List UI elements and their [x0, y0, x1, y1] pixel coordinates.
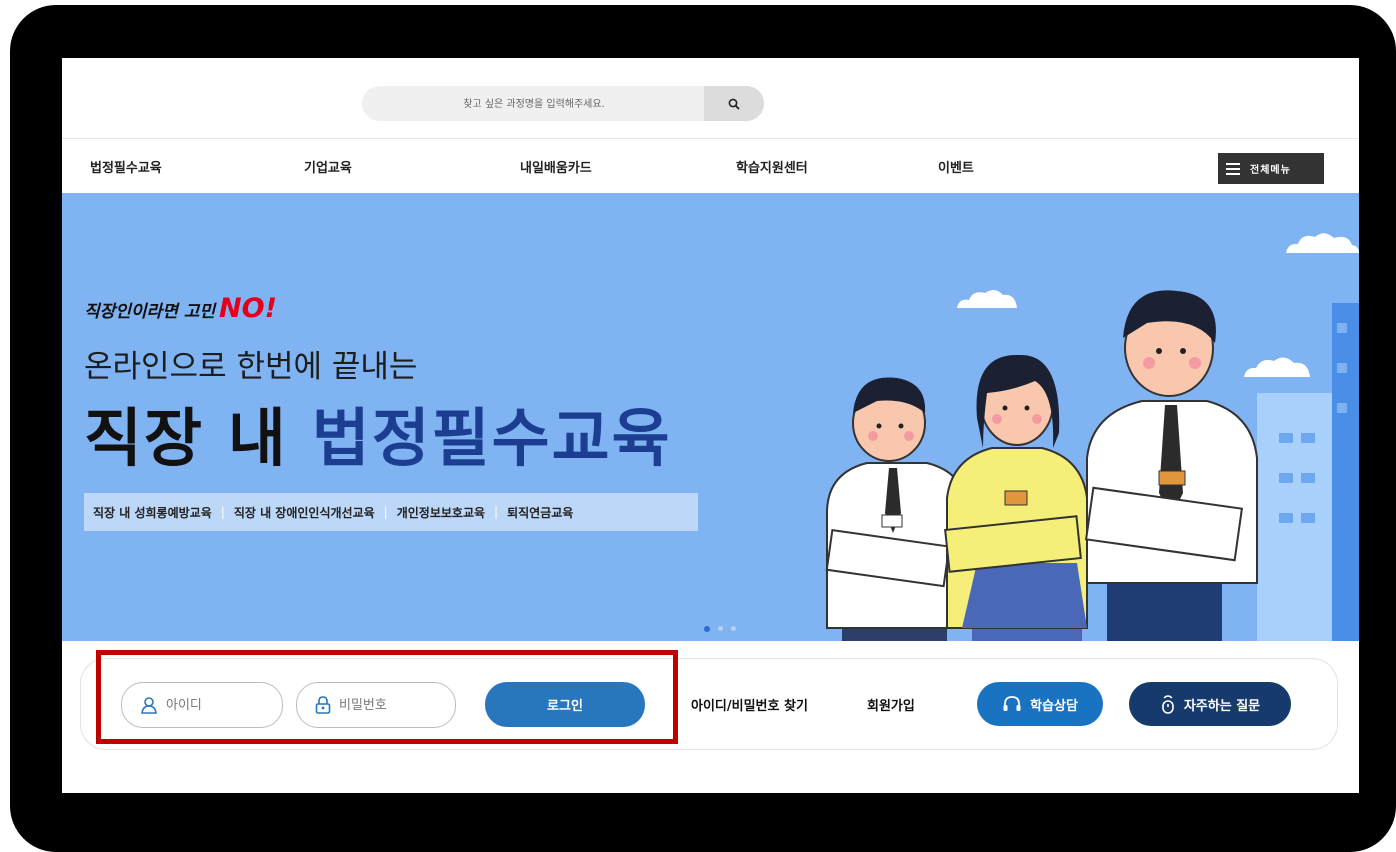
slide-dot[interactable]: [718, 626, 723, 631]
nav-item-corporate-education[interactable]: 기업교육: [304, 157, 352, 176]
hamburger-icon: [1226, 160, 1240, 178]
heading-highlight: 법정필수교육: [311, 402, 672, 475]
banner-subheading: 온라인으로 한번에 끝내는: [84, 349, 418, 385]
header-divider: [62, 138, 1359, 139]
building-illustration: [1257, 303, 1359, 641]
tagline-text: 직장인이라면 고민: [84, 302, 216, 322]
faq-label: 자주하는 질문: [1183, 698, 1261, 714]
tagline-emphasis: NO!: [219, 293, 277, 324]
search-icon: [728, 98, 740, 110]
course-list: 직장 내 성희롱예방교육 | 직장 내 장애인인식개선교육 | 개인정보보호교육…: [84, 493, 698, 531]
headset-icon: [1003, 696, 1021, 711]
join-link[interactable]: 회원가입: [867, 695, 915, 714]
hero-banner[interactable]: 직장인이라면 고민 NO! 온라인으로 한번에 끝내는 직장 내 법정필수교육 직…: [62, 193, 1359, 641]
course-item[interactable]: 퇴직연금교육: [498, 504, 582, 521]
faq-button[interactable]: 자주하는 질문: [1129, 682, 1291, 726]
slide-dot[interactable]: [704, 626, 710, 632]
consult-label: 학습상담: [1030, 698, 1078, 714]
nav-item-learning-card[interactable]: 내일배움카드: [520, 157, 592, 176]
banner-heading: 직장 내 법정필수교육: [84, 388, 672, 479]
find-account-link[interactable]: 아이디/비밀번호 찾기: [691, 695, 808, 714]
search-input[interactable]: [362, 86, 706, 123]
nav-item-event[interactable]: 이벤트: [938, 157, 974, 176]
course-item[interactable]: 직장 내 성희롱예방교육: [84, 504, 221, 521]
search-button[interactable]: [704, 86, 764, 121]
slide-indicator: [704, 626, 736, 632]
all-menu-button[interactable]: 전체메뉴: [1218, 153, 1324, 184]
login-highlight-box: [96, 650, 678, 744]
banner-tagline: 직장인이라면 고민 NO!: [84, 293, 277, 324]
nav-item-support-center[interactable]: 학습지원센터: [736, 157, 808, 176]
heading-prefix: 직장 내: [84, 402, 288, 475]
course-item[interactable]: 개인정보보호교육: [388, 504, 494, 521]
all-menu-label: 전체메뉴: [1250, 165, 1291, 176]
mouse-icon: [1162, 695, 1174, 714]
office-workers-illustration: [825, 290, 1258, 641]
nav-item-legal-education[interactable]: 법정필수교육: [90, 157, 162, 176]
course-item[interactable]: 직장 내 장애인인식개선교육: [225, 504, 384, 521]
search-bar: [362, 86, 764, 123]
consult-button[interactable]: 학습상담: [977, 682, 1103, 726]
cloud-icon: [1286, 233, 1359, 253]
slide-dot[interactable]: [731, 626, 736, 631]
